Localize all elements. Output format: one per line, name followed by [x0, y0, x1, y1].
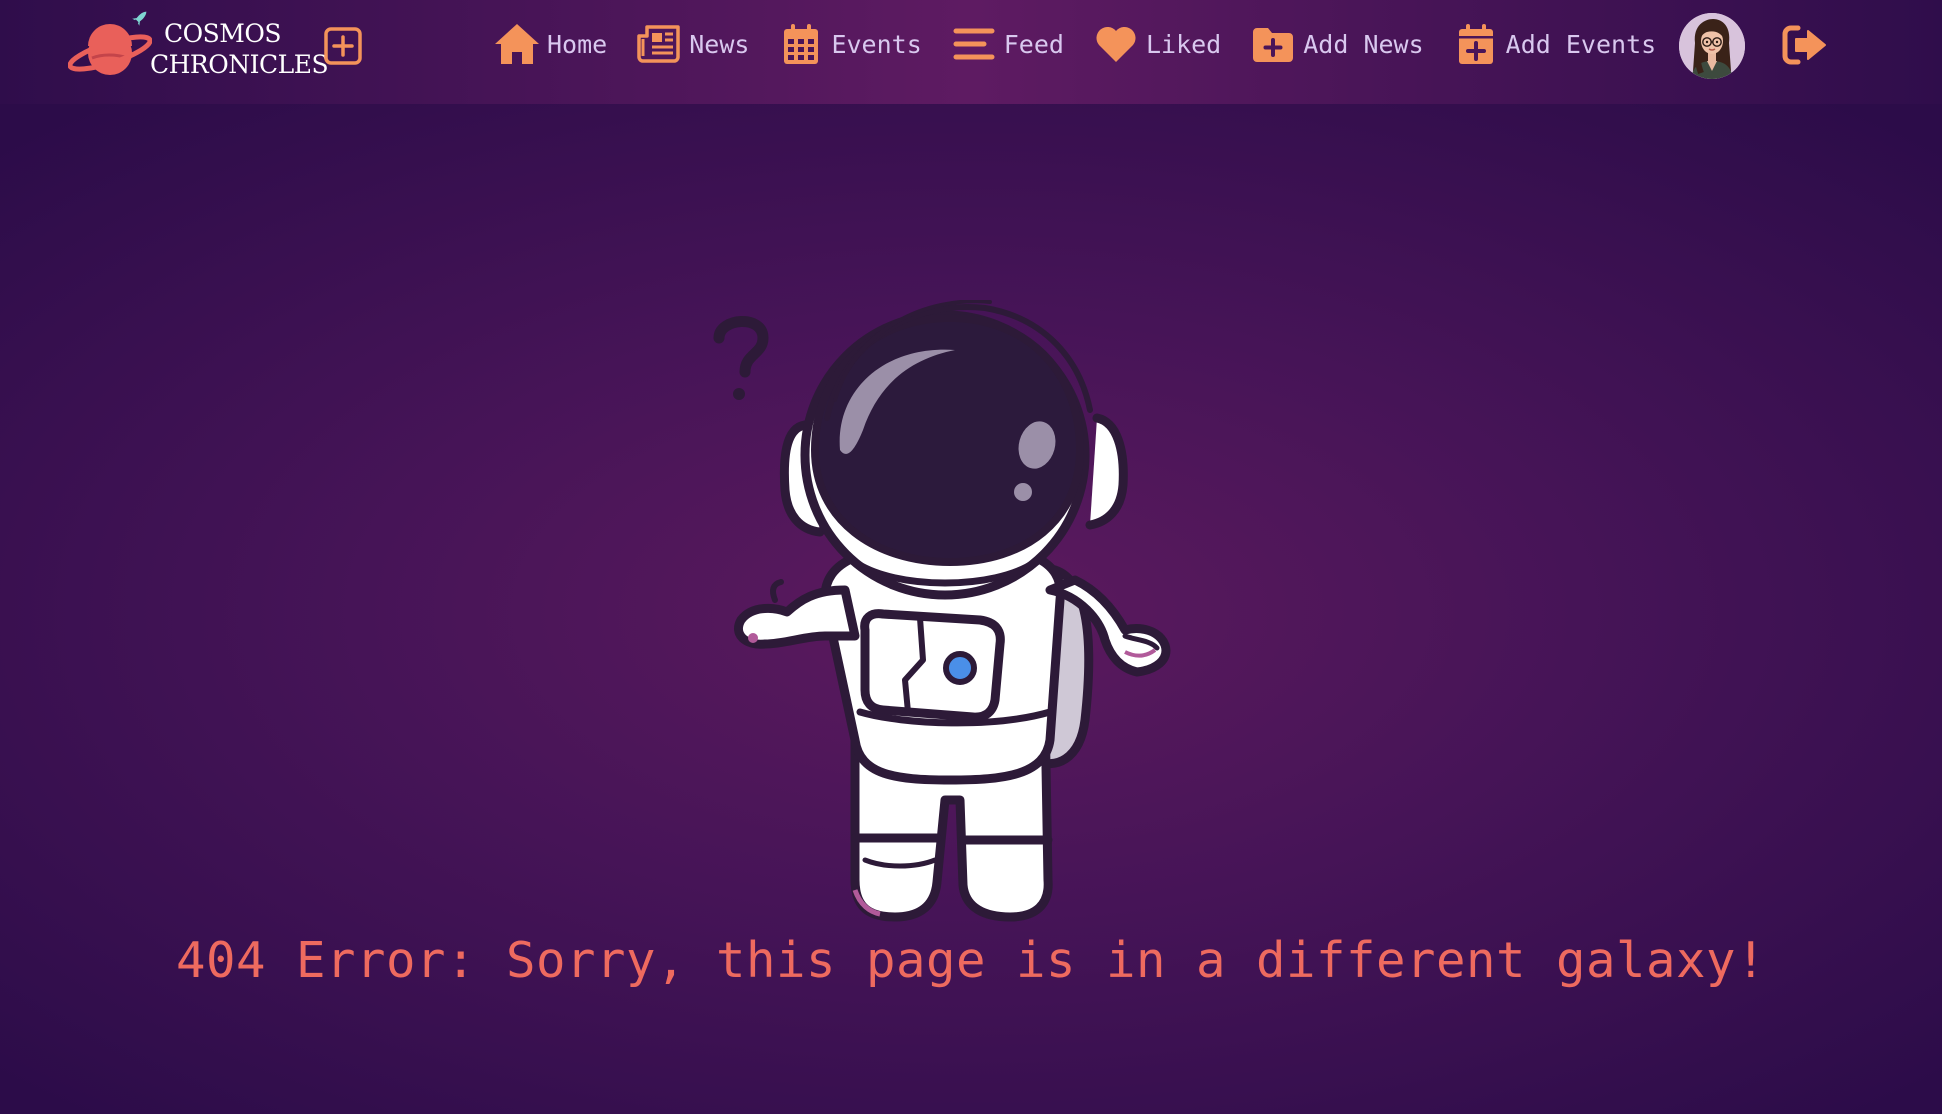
- nav-label-add-news: Add News: [1303, 29, 1424, 59]
- nav-label-liked: Liked: [1145, 29, 1222, 59]
- nav-label-news: News: [689, 29, 750, 59]
- planet-logo-icon: [68, 11, 152, 75]
- brand-name: Cosmos Chronicles: [150, 18, 329, 80]
- nav-item-events[interactable]: Events: [777, 20, 922, 68]
- nav-item-liked[interactable]: Liked: [1092, 20, 1221, 68]
- heart-icon: [1092, 21, 1140, 67]
- error-message: 404 Error: Sorry, this page is in a diff…: [175, 932, 1767, 989]
- confused-astronaut-illustration: [705, 299, 1185, 930]
- nav-item-feed[interactable]: Feed: [950, 20, 1064, 68]
- logout-icon[interactable]: [1782, 24, 1828, 66]
- folder-plus-icon: [1249, 21, 1297, 67]
- user-avatar[interactable]: [1679, 13, 1745, 79]
- newspaper-icon: [635, 21, 683, 67]
- brand-logo[interactable]: Cosmos Chronicles: [68, 8, 329, 92]
- menu-lines-icon: [950, 21, 998, 67]
- calendar-plus-icon: [1452, 21, 1500, 67]
- nav-item-home[interactable]: Home: [493, 20, 607, 68]
- nav-label-feed: Feed: [1003, 29, 1064, 59]
- home-icon: [493, 21, 541, 67]
- nav-label-events: Events: [831, 29, 922, 59]
- nav-item-news[interactable]: News: [635, 20, 749, 68]
- calendar-icon: [777, 21, 825, 67]
- nav-label-add-events: Add Events: [1505, 29, 1657, 59]
- nav-label-home: Home: [547, 29, 608, 59]
- plus-square-icon[interactable]: [323, 26, 363, 66]
- brand-line1: Cosmos: [164, 19, 281, 48]
- nav-item-add-news[interactable]: Add News: [1249, 20, 1424, 68]
- nav-links: Home News Events Feed Liked Add News Add…: [493, 20, 1684, 68]
- nav-item-add-events[interactable]: Add Events: [1452, 20, 1657, 68]
- navbar: Cosmos Chronicles Home: [0, 0, 1942, 104]
- brand-line2: Chronicles: [150, 50, 329, 79]
